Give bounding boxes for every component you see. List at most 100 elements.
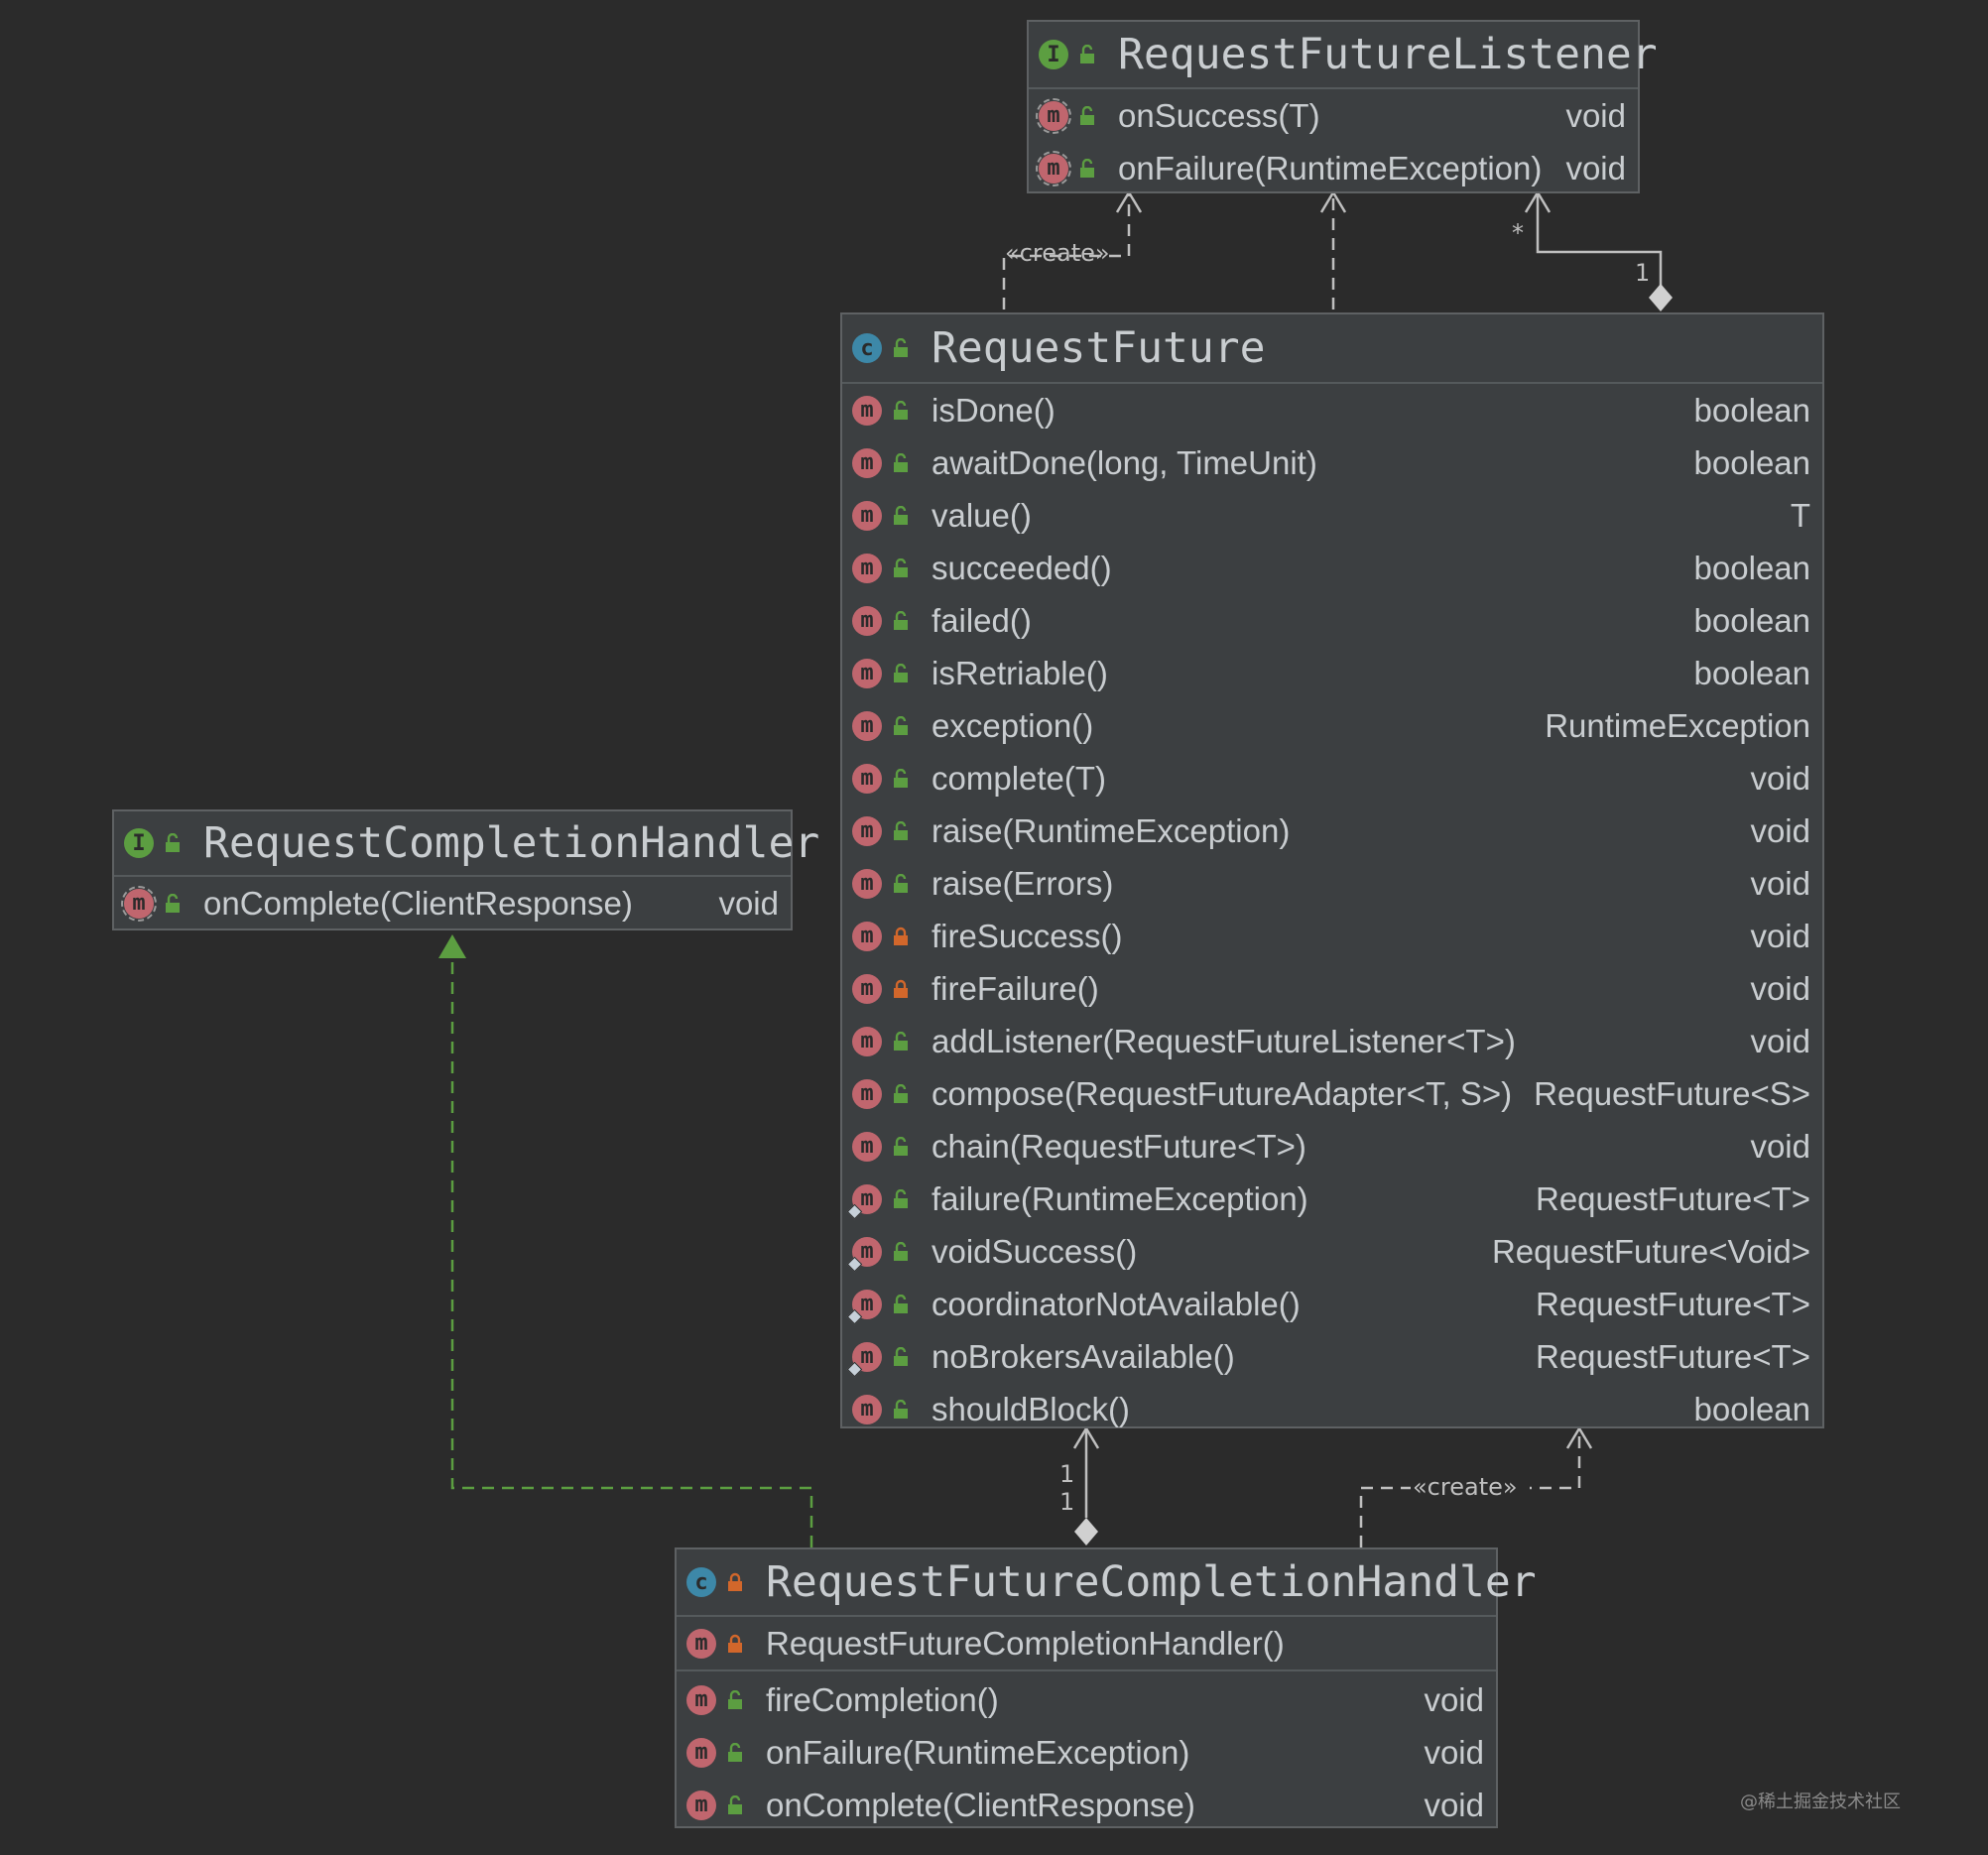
method-row[interactable]: m onSuccess(T) void xyxy=(1036,89,1626,142)
return-type: void xyxy=(1424,1733,1484,1771)
class-request-future-completion-handler[interactable]: c RequestFutureCompletionHandler m Reque… xyxy=(675,1547,1537,1831)
method-icon: m xyxy=(121,885,157,922)
method-row[interactable]: m onComplete(ClientResponse) void xyxy=(686,1779,1484,1831)
method-row[interactable]: m raise(RuntimeException) void xyxy=(852,804,1810,857)
method-row[interactable]: m onFailure(RuntimeException) void xyxy=(1036,142,1626,194)
method-row[interactable]: m failed() boolean xyxy=(852,594,1810,647)
method-icon: m xyxy=(852,658,882,688)
method-list: m isDone() boolean m awaitDone(long, TimeUni… xyxy=(842,384,1822,1435)
method-icon: m xyxy=(852,1394,882,1424)
method-icon: m xyxy=(852,763,882,794)
method-name: chain(RequestFuture<T>) xyxy=(932,1127,1306,1165)
method-icon: m xyxy=(852,815,882,846)
method-name: fireCompletion() xyxy=(766,1680,999,1718)
method-icon: m xyxy=(852,395,882,426)
constructor-row[interactable]: m RequestFutureCompletionHandler() xyxy=(677,1617,1496,1670)
class-request-future[interactable]: c RequestFuture m isDone() boolean m awaitDo… xyxy=(840,312,1824,1428)
public-icon xyxy=(894,873,908,893)
method-row[interactable]: m failure(RuntimeException) RequestFuture<… xyxy=(852,1173,1810,1225)
multiplicity-star: * xyxy=(1512,219,1524,247)
method-row[interactable]: m exception() RuntimeException xyxy=(852,699,1810,752)
method-row[interactable]: m complete(T) void xyxy=(852,752,1810,804)
method-icon: m xyxy=(852,1236,882,1267)
method-icon: m xyxy=(686,1628,716,1659)
method-icon: m xyxy=(852,973,882,1004)
method-row[interactable]: m fireSuccess() void xyxy=(852,910,1810,962)
multiplicity-one-a: 1 xyxy=(1059,1460,1074,1488)
interface-icon: I xyxy=(1039,40,1068,69)
class-icon: c xyxy=(686,1567,716,1597)
return-type: void xyxy=(1750,759,1810,797)
method-row[interactable]: m onComplete(ClientResponse) void xyxy=(121,877,779,929)
method-row[interactable]: m voidSuccess() RequestFuture<Void> xyxy=(852,1225,1810,1278)
method-name: onComplete(ClientResponse) xyxy=(203,884,633,922)
method-row[interactable]: m chain(RequestFuture<T>) void xyxy=(852,1120,1810,1173)
public-icon xyxy=(894,400,908,420)
public-icon xyxy=(728,1794,742,1814)
method-name: complete(T) xyxy=(932,759,1107,797)
return-type: RequestFuture<S> xyxy=(1534,1074,1810,1112)
class-name: RequestFuture xyxy=(932,323,1266,373)
method-row[interactable]: m noBrokersAvailable() RequestFuture<T> xyxy=(852,1330,1810,1383)
method-icon: m xyxy=(852,710,882,741)
method-row[interactable]: m fireFailure() void xyxy=(852,962,1810,1015)
method-row[interactable]: m onFailure(RuntimeException) void xyxy=(686,1726,1484,1779)
method-icon: m xyxy=(686,1790,716,1820)
public-icon xyxy=(894,663,908,682)
method-name: isDone() xyxy=(932,391,1056,429)
method-icon: m xyxy=(852,921,882,951)
method-row[interactable]: m succeeded() boolean xyxy=(852,542,1810,594)
method-name: succeeded() xyxy=(932,549,1112,586)
class-icon: c xyxy=(852,333,882,363)
method-icon: m xyxy=(852,1289,882,1319)
watermark: @稀土掘金技术社区 xyxy=(1740,1792,1901,1812)
method-row[interactable]: m isDone() boolean xyxy=(852,384,1810,436)
method-row[interactable]: m addListener(RequestFutureListener<T>) vo… xyxy=(852,1015,1810,1067)
create-label-bottom: «create» xyxy=(1413,1473,1518,1501)
method-row[interactable]: m coordinatorNotAvailable() RequestFuture<… xyxy=(852,1278,1810,1330)
method-icon: m xyxy=(1036,150,1071,186)
method-icon: m xyxy=(852,868,882,899)
method-row[interactable]: m raise(Errors) void xyxy=(852,857,1810,910)
edge-future-creates-listener: «create» xyxy=(1002,189,1143,309)
public-icon xyxy=(894,610,908,630)
class-header: c RequestFuture xyxy=(842,314,1822,384)
method-row[interactable]: m compose(RequestFutureAdapter<T, S>) Requ… xyxy=(852,1067,1810,1120)
method-row[interactable]: m awaitDone(long, TimeUnit) boolean xyxy=(852,436,1810,489)
method-name: onSuccess(T) xyxy=(1118,96,1320,134)
return-type: void xyxy=(718,884,779,922)
method-name: awaitDone(long, TimeUnit) xyxy=(932,443,1317,481)
public-icon xyxy=(728,1689,742,1709)
return-type: boolean xyxy=(1693,391,1810,429)
method-row[interactable]: m value() T xyxy=(852,489,1810,542)
return-type: void xyxy=(1750,811,1810,849)
return-type: void xyxy=(1750,917,1810,954)
class-request-completion-handler[interactable]: I RequestCompletionHandler m onComplete(C… xyxy=(112,809,819,930)
method-row[interactable]: m fireCompletion() void xyxy=(686,1673,1484,1726)
method-name: value() xyxy=(932,496,1032,534)
return-type: boolean xyxy=(1693,654,1810,691)
private-icon xyxy=(894,927,908,945)
edge-future-uses-listener xyxy=(1319,189,1347,309)
return-type: void xyxy=(1750,1127,1810,1165)
method-name: shouldBlock() xyxy=(932,1390,1130,1427)
method-name: onFailure(RuntimeException) xyxy=(766,1733,1190,1771)
method-row[interactable]: m shouldBlock() boolean xyxy=(852,1383,1810,1435)
method-icon: m xyxy=(852,605,882,636)
public-icon xyxy=(894,338,908,357)
public-icon xyxy=(1080,45,1094,63)
public-icon xyxy=(894,768,908,788)
method-row[interactable]: m isRetriable() boolean xyxy=(852,647,1810,699)
public-icon xyxy=(894,1136,908,1156)
method-name: coordinatorNotAvailable() xyxy=(932,1285,1301,1322)
interface-icon: I xyxy=(124,828,154,858)
method-icon: m xyxy=(852,1183,882,1214)
class-request-future-listener[interactable]: I RequestFutureListener m onSuccess(T) voi… xyxy=(1027,20,1658,194)
public-icon xyxy=(894,452,908,472)
edge-future-holds-listeners: * 1 xyxy=(1512,189,1673,311)
public-icon xyxy=(894,1083,908,1103)
private-icon xyxy=(728,1634,742,1653)
class-header: c RequestFutureCompletionHandler xyxy=(677,1549,1537,1617)
return-type: void xyxy=(1750,969,1810,1007)
method-icon: m xyxy=(852,500,882,531)
